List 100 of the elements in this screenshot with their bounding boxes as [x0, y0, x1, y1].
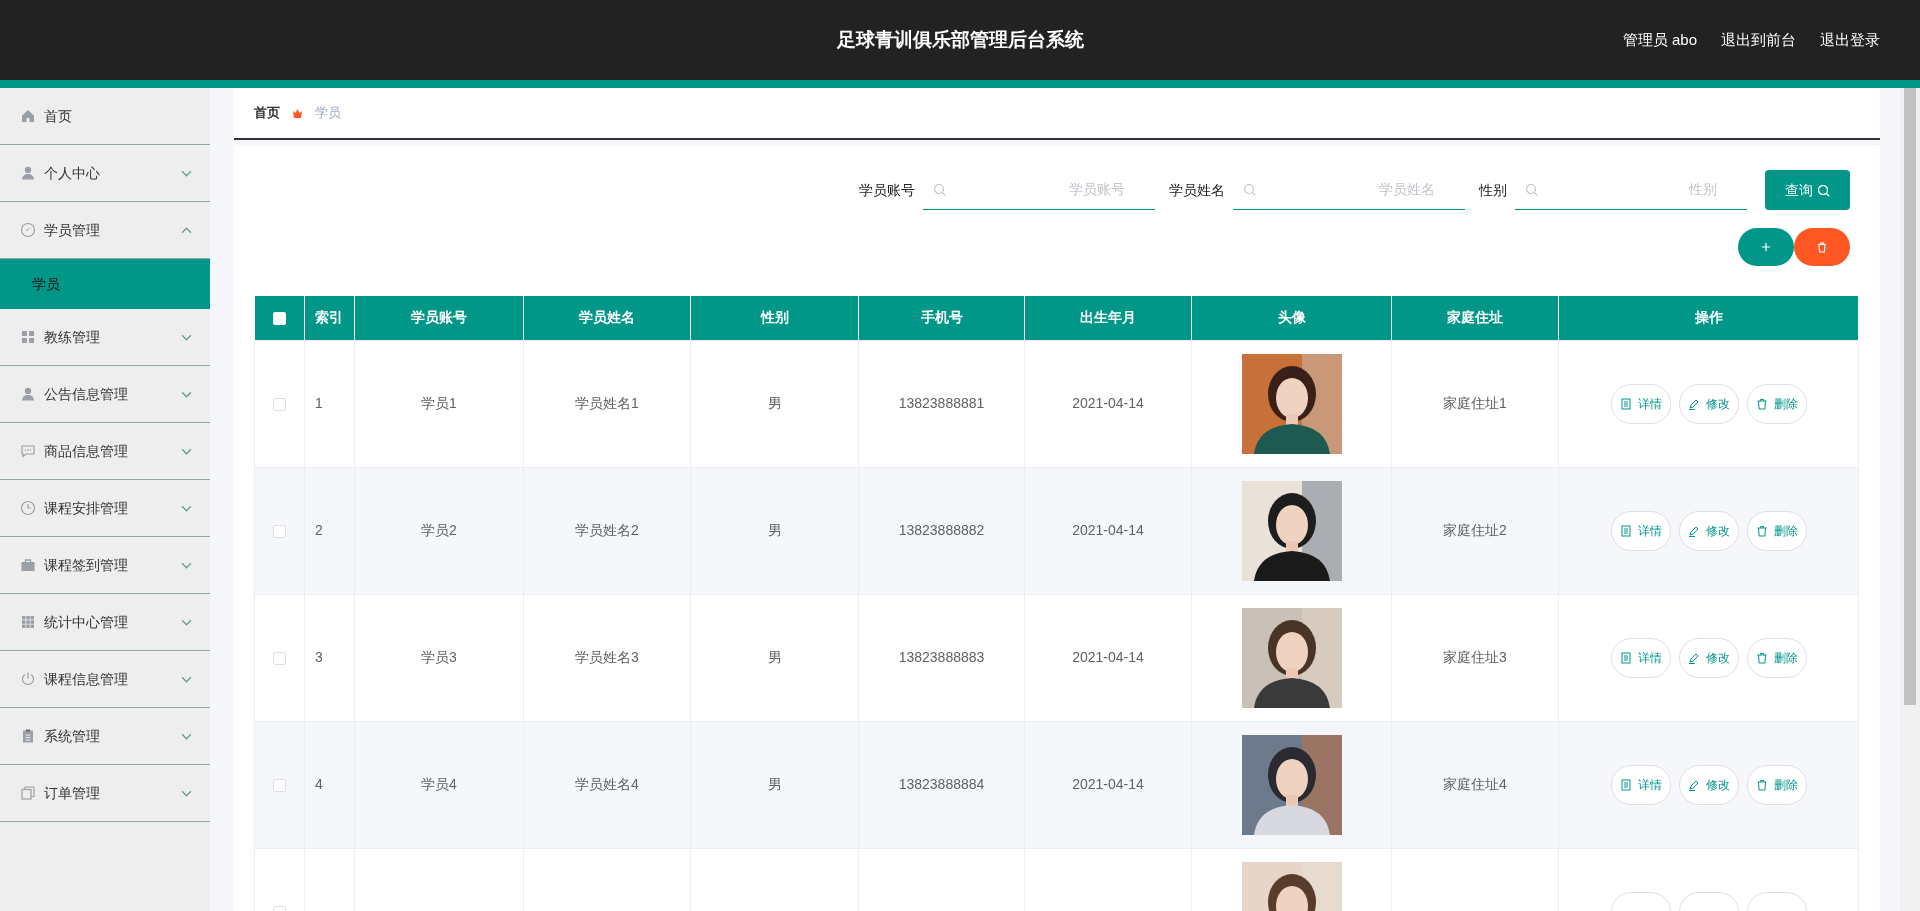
- table-cell: 2: [304, 467, 355, 594]
- copy-icon: [20, 785, 36, 801]
- row-checkbox[interactable]: [273, 778, 286, 792]
- table-cell: 2021-04-14: [1024, 467, 1192, 594]
- table-cell: 4: [304, 721, 355, 848]
- document-icon: [1619, 524, 1632, 537]
- table-cell: 家庭住址3: [1391, 594, 1559, 721]
- table-cell: 2021-04-14: [1024, 594, 1192, 721]
- column-header: 手机号: [858, 296, 1025, 340]
- pencil-icon: [1687, 397, 1700, 410]
- delete-button[interactable]: 删除: [1746, 383, 1807, 424]
- table-cell: 学员3: [354, 594, 524, 721]
- search-icon: [1817, 183, 1830, 197]
- sidebar-item[interactable]: 个人中心: [0, 145, 210, 202]
- search-icon: [933, 183, 946, 196]
- sidebar-item[interactable]: 订单管理: [0, 765, 210, 822]
- search-field[interactable]: 性别: [1515, 170, 1747, 210]
- search-icon: [1243, 183, 1256, 196]
- compass-icon: [20, 222, 36, 238]
- chat-icon: [20, 443, 36, 459]
- sidebar-item[interactable]: 系统管理: [0, 708, 210, 765]
- field-label: 学员姓名: [1169, 180, 1225, 200]
- column-header: 学员姓名: [523, 296, 691, 340]
- query-button[interactable]: 查询: [1765, 170, 1850, 210]
- column-header: 索引: [304, 296, 355, 340]
- table-cell: 男: [690, 721, 859, 848]
- grid-icon: [20, 329, 36, 345]
- delete-button[interactable]: 删除: [1746, 637, 1807, 678]
- search-input[interactable]: 性别: [1538, 179, 1737, 200]
- edit-button[interactable]: 修改: [1678, 764, 1739, 805]
- trash-icon: [1755, 778, 1768, 791]
- crown-icon: [292, 107, 303, 119]
- person-icon: [20, 165, 36, 181]
- document-icon: [1619, 651, 1632, 664]
- table-cell: 2021-04-14: [1024, 721, 1192, 848]
- edit-button[interactable]: 修改: [1678, 637, 1739, 678]
- table-cell: 男: [690, 467, 859, 594]
- column-header: 出生年月: [1024, 296, 1192, 340]
- field-label: 性别: [1479, 180, 1507, 200]
- column-header: 家庭住址: [1391, 296, 1559, 340]
- add-button[interactable]: [1738, 228, 1794, 266]
- table-cell: 学员姓名2: [523, 467, 691, 594]
- search-input[interactable]: 学员姓名: [1256, 179, 1455, 200]
- app-title: 足球青训俱乐部管理后台系统: [836, 27, 1084, 52]
- table-cell: 学员4: [354, 721, 524, 848]
- clipboard-icon: [20, 728, 36, 744]
- sidebar-item[interactable]: 课程安排管理: [0, 480, 210, 537]
- table-cell: 家庭住址2: [1391, 467, 1559, 594]
- search-field[interactable]: 学员账号: [923, 170, 1155, 210]
- clock-icon: [20, 500, 36, 516]
- delete-button[interactable]: 删除: [1746, 764, 1807, 805]
- sidebar-item[interactable]: 课程签到管理: [0, 537, 210, 594]
- header-link[interactable]: 管理员 abo: [1622, 28, 1697, 52]
- table-cell: 1: [304, 340, 355, 467]
- sidebar-subitem[interactable]: 学员: [0, 259, 210, 309]
- table-cell: 学员姓名3: [523, 594, 691, 721]
- person-icon: [20, 386, 36, 402]
- details-button[interactable]: 详情: [1610, 510, 1671, 551]
- details-button[interactable]: 详情: [1610, 637, 1671, 678]
- column-header: 操作: [1558, 296, 1859, 340]
- edit-button[interactable]: 修改: [1678, 510, 1739, 551]
- select-all-checkbox[interactable]: [272, 312, 286, 326]
- table-cell: 13823888881: [858, 340, 1025, 467]
- row-checkbox[interactable]: [273, 524, 286, 538]
- sidebar-item[interactable]: 课程信息管理: [0, 651, 210, 708]
- column-header: 学员账号: [354, 296, 524, 340]
- breadcrumb-item[interactable]: 首页: [254, 103, 280, 123]
- table-cell: 学员2: [354, 467, 524, 594]
- power-icon: [20, 671, 36, 687]
- document-icon: [1619, 778, 1632, 791]
- search-field[interactable]: 学员姓名: [1233, 170, 1465, 210]
- table-cell: 学员1: [354, 340, 524, 467]
- sidebar-item[interactable]: 商品信息管理: [0, 423, 210, 480]
- header-link[interactable]: 退出登录: [1820, 28, 1880, 52]
- details-button[interactable]: 详情: [1610, 764, 1671, 805]
- trash-icon: [1817, 241, 1827, 253]
- header-link[interactable]: 退出到前台: [1721, 28, 1796, 52]
- delete-button[interactable]: [1794, 228, 1850, 266]
- scrollbar[interactable]: [1900, 88, 1920, 911]
- sidebar-item[interactable]: 首页: [0, 88, 210, 145]
- row-checkbox[interactable]: [273, 651, 286, 665]
- pencil-icon: [1687, 778, 1700, 791]
- table-cell: 13823888883: [858, 594, 1025, 721]
- scrollbar-thumb[interactable]: [1904, 88, 1916, 705]
- details-button[interactable]: 详情: [1610, 383, 1671, 424]
- table-cell: 男: [690, 340, 859, 467]
- briefcase-icon: [20, 557, 36, 573]
- column-header: 性别: [690, 296, 859, 340]
- sidebar-item[interactable]: 教练管理: [0, 309, 210, 366]
- edit-button[interactable]: 修改: [1678, 383, 1739, 424]
- search-icon: [1525, 183, 1538, 196]
- search-input[interactable]: 学员账号: [946, 179, 1145, 200]
- delete-button[interactable]: 删除: [1746, 510, 1807, 551]
- trash-icon: [1755, 651, 1768, 664]
- sidebar-item[interactable]: 公告信息管理: [0, 366, 210, 423]
- row-checkbox[interactable]: [273, 397, 286, 411]
- table-cell: 学员姓名4: [523, 721, 691, 848]
- sidebar-item[interactable]: 统计中心管理: [0, 594, 210, 651]
- pencil-icon: [1687, 524, 1700, 537]
- table-cell: 13823888884: [858, 721, 1025, 848]
